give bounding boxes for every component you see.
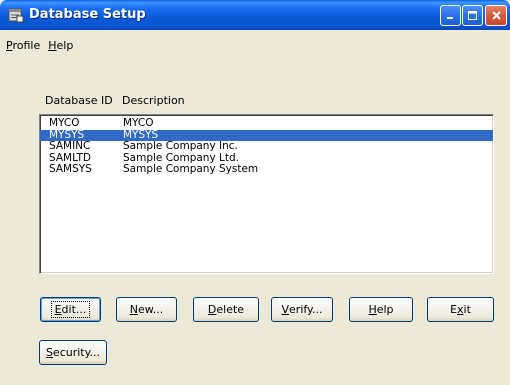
menu-help-label: elp — [56, 38, 74, 52]
edit-hotkey: E — [54, 303, 62, 316]
new-button[interactable]: New... — [116, 297, 177, 322]
row-description: MYCO — [123, 117, 154, 129]
verify-button[interactable]: Verify... — [271, 297, 333, 322]
row-database-id: SAMSYS — [49, 163, 92, 175]
security-hotkey: S — [45, 346, 53, 359]
title-bar[interactable]: Database Setup — [0, 0, 510, 30]
edit-label: dit... — [61, 303, 87, 316]
menu-profile-label: rofile — [12, 38, 41, 52]
delete-label: elete — [216, 303, 245, 316]
database-setup-window: Database Setup Profile Help Database ID … — [0, 0, 510, 385]
exit-button[interactable]: Ex it — [427, 297, 494, 322]
minimize-icon — [447, 17, 453, 19]
minimize-button[interactable] — [440, 5, 461, 26]
database-icon — [8, 8, 24, 23]
security-label: ecurity... — [52, 346, 101, 359]
help-hotkey: H — [368, 303, 377, 316]
list-row[interactable]: SAMLTD Sample Company Ltd. — [40, 152, 493, 165]
security-button[interactable]: Security... — [39, 340, 107, 365]
list-row[interactable]: SAMINC Sample Company Inc. — [40, 140, 493, 153]
column-header-description: Description — [122, 94, 185, 107]
maximize-button[interactable] — [462, 5, 483, 26]
list-row[interactable]: MYSYS MYSYS — [40, 129, 493, 141]
row-description: Sample Company System — [123, 163, 259, 175]
database-listbox[interactable]: MYCO MYCO MYSYS MYSYS SAMINC Sample Comp… — [39, 114, 494, 274]
new-label: ew... — [137, 303, 164, 316]
menu-help-hotkey: H — [48, 38, 57, 52]
close-button[interactable] — [485, 5, 507, 26]
row-description: Sample Company Inc. — [123, 140, 238, 152]
delete-button[interactable]: Delete — [193, 297, 259, 322]
edit-button-focus: Edit... — [50, 301, 91, 318]
window-title: Database Setup — [29, 7, 146, 22]
help-button[interactable]: Help — [349, 297, 413, 322]
row-database-id: SAMINC — [49, 140, 91, 152]
row-database-id: MYCO — [49, 117, 80, 129]
menu-bar: Profile Help — [0, 36, 510, 54]
maximize-icon — [468, 11, 477, 20]
exit-label-prefix: E — [450, 303, 458, 316]
edit-button[interactable]: Edit... — [40, 297, 101, 322]
column-header-database-id: Database ID — [45, 94, 113, 107]
exit-label: it — [463, 303, 471, 316]
verify-label: erify... — [289, 303, 323, 316]
verify-hotkey: V — [281, 303, 290, 316]
close-icon — [491, 11, 501, 20]
help-label: elp — [376, 303, 394, 316]
menu-profile[interactable]: Profile — [4, 39, 46, 52]
list-row[interactable]: MYCO MYCO — [40, 117, 493, 130]
menu-help[interactable]: Help — [46, 39, 79, 52]
new-hotkey: N — [129, 303, 138, 316]
list-row[interactable]: SAMSYS Sample Company System — [40, 163, 493, 176]
delete-hotkey: D — [207, 303, 217, 316]
